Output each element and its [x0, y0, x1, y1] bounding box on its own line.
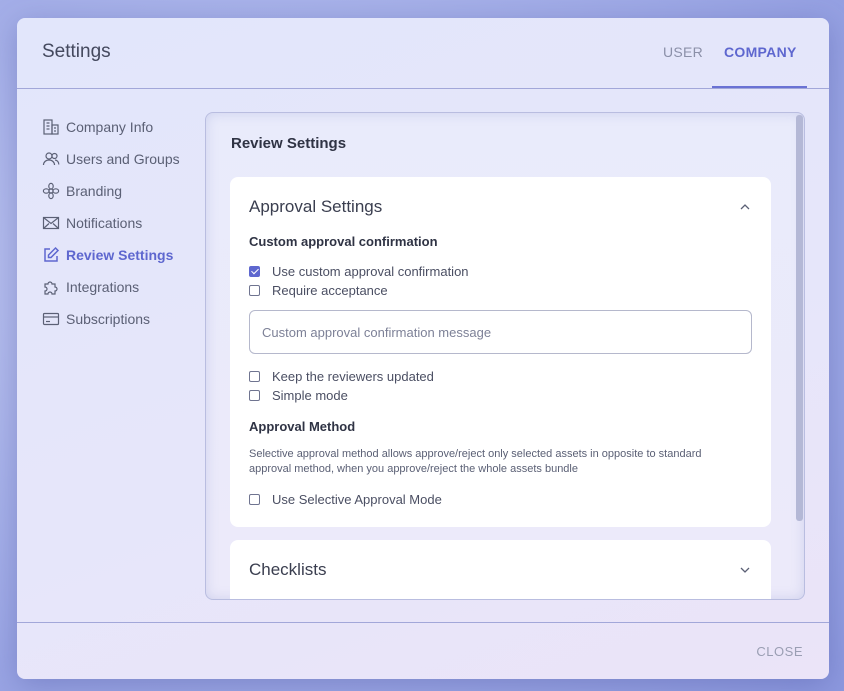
sidebar-item-notifications[interactable]: Notifications: [42, 207, 212, 239]
checkbox-label: Keep the reviewers updated: [272, 369, 434, 384]
sidebar-item-label: Notifications: [66, 215, 143, 231]
checklists-title[interactable]: Checklists: [249, 560, 326, 580]
approval-method-heading: Approval Method: [249, 419, 356, 434]
sidebar-item-branding[interactable]: Branding: [42, 175, 212, 207]
close-button[interactable]: CLOSE: [756, 644, 803, 659]
sidebar-item-label: Users and Groups: [66, 151, 180, 167]
sidebar-item-integrations[interactable]: Integrations: [42, 271, 212, 303]
simple-mode-checkbox[interactable]: Simple mode: [249, 388, 348, 403]
scrollbar[interactable]: [796, 115, 803, 521]
approval-method-description: Selective approval method allows approve…: [249, 448, 702, 475]
checkbox-label: Simple mode: [272, 388, 348, 403]
sidebar-item-company-info[interactable]: Company Info: [42, 111, 212, 143]
approval-settings-title[interactable]: Approval Settings: [249, 197, 382, 217]
checkbox[interactable]: [249, 371, 260, 382]
sidebar-item-users-and-groups[interactable]: Users and Groups: [42, 143, 212, 175]
custom-approval-heading: Custom approval confirmation: [249, 234, 438, 249]
sidebar-item-label: Integrations: [66, 279, 140, 295]
modal-header: Settings USER COMPANY: [17, 18, 829, 89]
sidebar-item-review-settings[interactable]: Review Settings: [42, 239, 212, 271]
checklists-card[interactable]: Checklists: [230, 540, 771, 599]
settings-modal: Settings USER COMPANY Company Info Users…: [17, 18, 829, 679]
modal-title: Settings: [42, 41, 111, 62]
flower-icon: [42, 182, 60, 200]
chevron-up-icon[interactable]: [739, 203, 751, 211]
tab-user[interactable]: USER: [663, 44, 703, 60]
sidebar-item-label: Company Info: [66, 119, 154, 135]
require-acceptance-checkbox[interactable]: Require acceptance: [249, 283, 388, 298]
tab-company[interactable]: COMPANY: [724, 44, 797, 60]
chevron-down-icon[interactable]: [739, 566, 751, 574]
active-tab-indicator: [712, 86, 807, 88]
users-icon: [42, 152, 60, 166]
keep-reviewers-updated-checkbox[interactable]: Keep the reviewers updated: [249, 369, 434, 384]
review-settings-panel: Review Settings Approval Settings Custom…: [205, 112, 805, 600]
puzzle-icon: [44, 281, 58, 295]
use-custom-approval-checkbox[interactable]: Use custom approval confirmation: [249, 264, 469, 279]
sidebar-item-label: Branding: [66, 183, 123, 199]
edit-icon: [44, 246, 60, 262]
checkbox-checked[interactable]: [249, 266, 260, 277]
settings-sidebar: Company Info Users and Groups Branding N…: [42, 111, 212, 335]
checkbox[interactable]: [249, 494, 260, 505]
envelope-icon: [42, 216, 60, 230]
sidebar-item-subscriptions[interactable]: Subscriptions: [42, 303, 212, 335]
checkbox[interactable]: [249, 285, 260, 296]
checkbox-label: Use custom approval confirmation: [272, 264, 469, 279]
checkbox[interactable]: [249, 390, 260, 401]
section-title: Review Settings: [231, 135, 347, 152]
sidebar-item-label: Review Settings: [66, 247, 174, 263]
building-icon: [43, 119, 59, 135]
approval-settings-card: Approval Settings Custom approval confir…: [230, 177, 771, 527]
custom-approval-message-input[interactable]: [249, 310, 752, 354]
sidebar-item-label: Subscriptions: [66, 311, 151, 327]
checkbox-label: Use Selective Approval Mode: [272, 492, 442, 507]
checkbox-label: Require acceptance: [272, 283, 388, 298]
modal-footer: CLOSE: [17, 622, 829, 679]
selective-approval-checkbox[interactable]: Use Selective Approval Mode: [249, 492, 442, 507]
credit-card-icon: [42, 312, 60, 326]
